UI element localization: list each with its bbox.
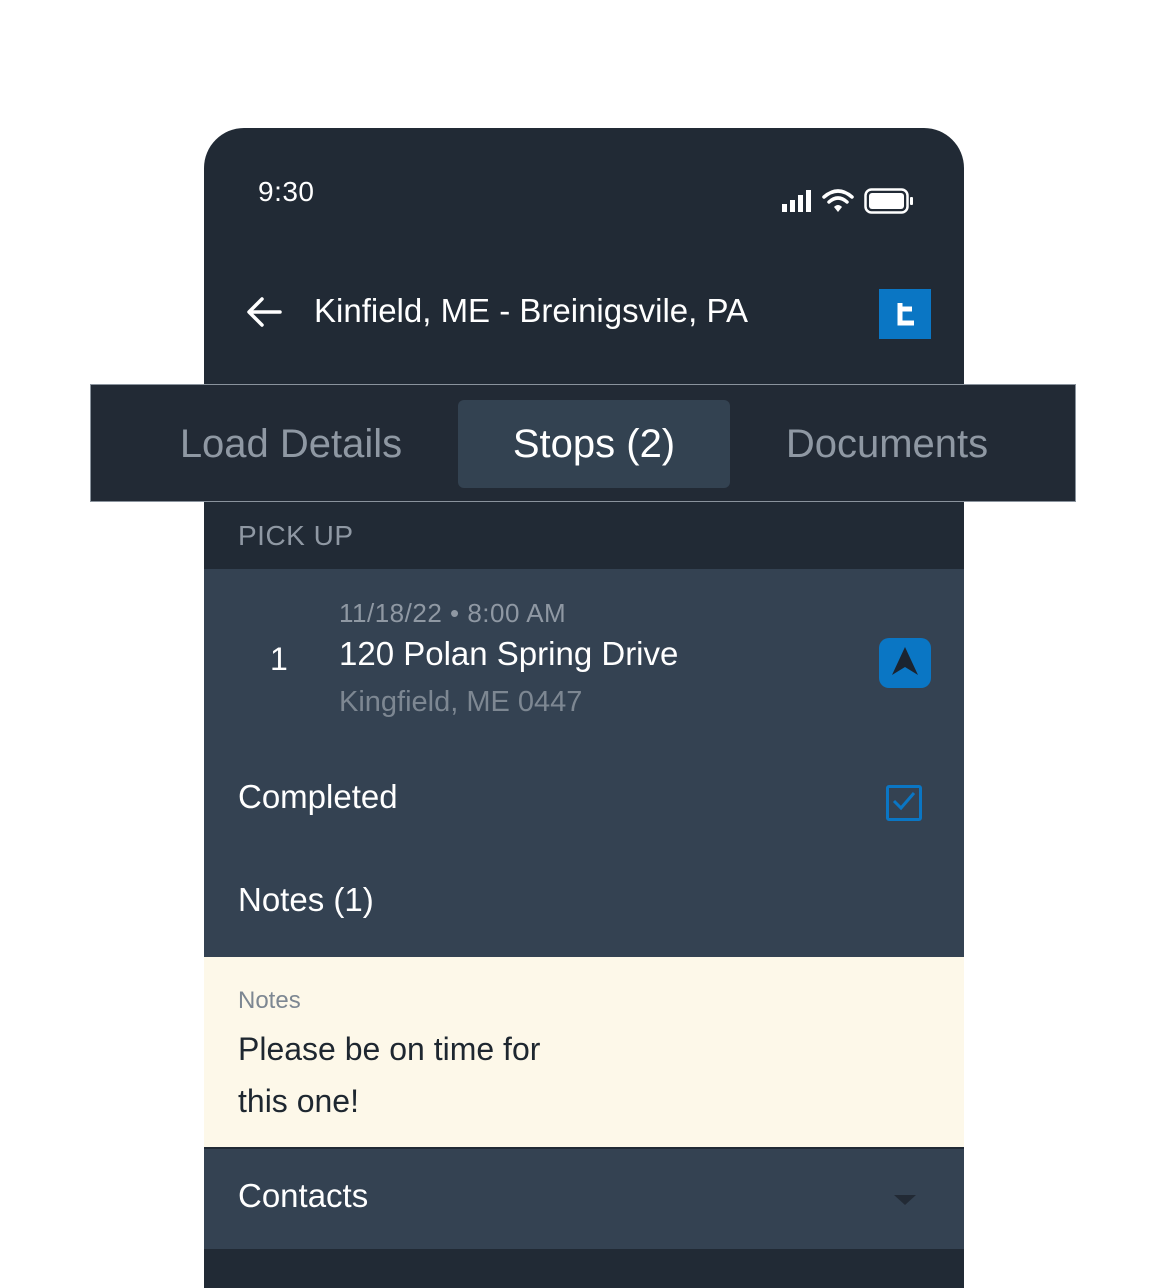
contacts-row[interactable]: Contacts	[204, 1149, 964, 1249]
notes-caption: Notes	[238, 987, 301, 1014]
stop-city: Kingfield, ME 0447	[339, 686, 583, 718]
stop-datetime: 11/18/22 • 8:00 AM	[339, 598, 567, 628]
tab-bar: Load Details Stops (2) Documents	[90, 384, 1076, 502]
section-label-pickup: PICK UP	[238, 520, 354, 551]
stop-card[interactable]: 1 11/18/22 • 8:00 AM 120 Polan Spring Dr…	[204, 569, 964, 957]
checkmark-icon	[891, 790, 917, 817]
navigate-button[interactable]	[879, 638, 931, 688]
phone-screen: 9:30 Kinfield, ME - Breinigsvile, PA PIC…	[204, 128, 964, 1288]
tab-load-details[interactable]: Load Details	[161, 400, 421, 488]
status-time: 9:30	[258, 176, 315, 207]
notes-box: Notes Please be on time for this one!	[204, 957, 964, 1147]
completed-label: Completed	[238, 778, 398, 815]
stop-number: 1	[270, 641, 288, 677]
wifi-icon	[822, 189, 854, 218]
notes-row-label[interactable]: Notes (1)	[238, 881, 374, 919]
status-icons	[782, 188, 914, 219]
signal-icon	[782, 190, 812, 217]
tab-documents[interactable]: Documents	[767, 400, 1007, 488]
tab-stops[interactable]: Stops (2)	[458, 400, 730, 488]
notes-text: Please be on time for this one!	[238, 1031, 541, 1119]
page-title: Kinfield, ME - Breinigsvile, PA	[314, 292, 749, 329]
back-button[interactable]	[244, 294, 284, 334]
battery-icon	[864, 188, 914, 219]
contacts-label: Contacts	[238, 1177, 369, 1214]
arrow-left-icon	[246, 296, 282, 333]
completed-checkbox[interactable]	[886, 785, 922, 821]
brand-logo	[879, 289, 931, 339]
caret-down-icon	[894, 1195, 916, 1205]
stop-address: 120 Polan Spring Drive	[339, 635, 679, 672]
navigation-arrow-icon	[890, 645, 920, 682]
